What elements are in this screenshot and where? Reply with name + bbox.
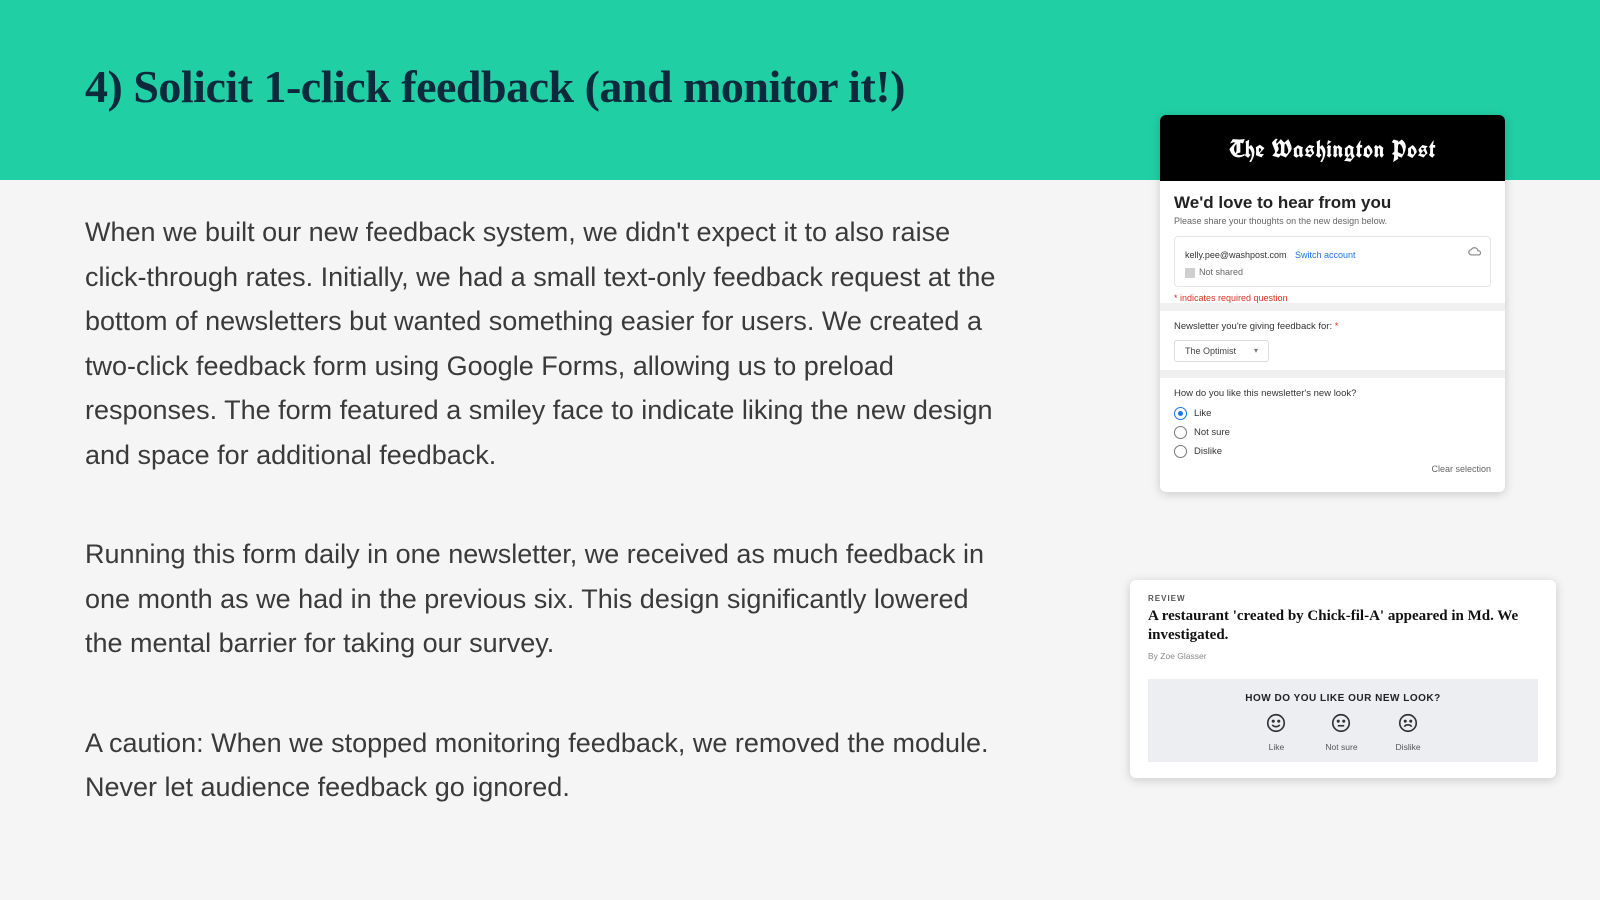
rating-module: HOW DO YOU LIKE OUR NEW LOOK? Like Not s… [1148, 679, 1538, 762]
form-title: We'd love to hear from you [1174, 193, 1491, 213]
radio-icon [1174, 445, 1187, 458]
paragraph-3: A caution: When we stopped monitoring fe… [85, 721, 1005, 810]
neutral-icon [1330, 712, 1352, 739]
kicker-label: REVIEW [1148, 594, 1538, 603]
section-heading: 4) Solicit 1-click feedback (and monitor… [85, 60, 905, 113]
not-shared-label: Not shared [1199, 267, 1243, 277]
chevron-down-icon: ▾ [1254, 346, 1258, 355]
wapo-logo: The Washington Post [1160, 115, 1505, 181]
frown-icon [1397, 712, 1419, 739]
form-subtitle: Please share your thoughts on the new de… [1174, 216, 1491, 226]
article-title: A restaurant 'created by Chick-fil-A' ap… [1148, 607, 1538, 645]
cloud-icon [1468, 245, 1482, 262]
smile-icon [1265, 712, 1287, 739]
paragraph-1: When we built our new feedback system, w… [85, 210, 1005, 477]
paragraph-2: Running this form daily in one newslette… [85, 532, 1005, 666]
article-byline: By Zoe Glasser [1148, 651, 1538, 661]
account-box: kelly.pee@washpost.com Switch account No… [1174, 236, 1491, 287]
feedback-form-screenshot: The Washington Post We'd love to hear fr… [1160, 115, 1505, 492]
rate-like-button[interactable]: Like [1265, 712, 1287, 752]
doc-icon [1185, 268, 1195, 278]
radio-like[interactable]: Like [1174, 407, 1491, 420]
required-note: * indicates required question [1174, 293, 1491, 303]
rate-notsure-button[interactable]: Not sure [1325, 712, 1357, 752]
newsletter-dropdown[interactable]: The Optimist ▾ [1174, 340, 1269, 362]
radio-dislike[interactable]: Dislike [1174, 445, 1491, 458]
clear-selection-link[interactable]: Clear selection [1174, 464, 1491, 474]
rate-dislike-button[interactable]: Dislike [1396, 712, 1421, 752]
radio-icon [1174, 426, 1187, 439]
radio-icon-selected [1174, 407, 1187, 420]
question-like: How do you like this newsletter's new lo… [1174, 388, 1491, 399]
question-newsletter: Newsletter you're giving feedback for: * [1174, 321, 1491, 332]
newsletter-module-screenshot: REVIEW A restaurant 'created by Chick-fi… [1130, 580, 1556, 778]
body-text-column: When we built our new feedback system, w… [85, 210, 1005, 865]
account-email: kelly.pee@washpost.com [1185, 250, 1287, 260]
switch-account-link[interactable]: Switch account [1295, 250, 1356, 260]
radio-not-sure[interactable]: Not sure [1174, 426, 1491, 439]
rating-question: HOW DO YOU LIKE OUR NEW LOOK? [1148, 693, 1538, 704]
dropdown-value: The Optimist [1185, 346, 1236, 356]
